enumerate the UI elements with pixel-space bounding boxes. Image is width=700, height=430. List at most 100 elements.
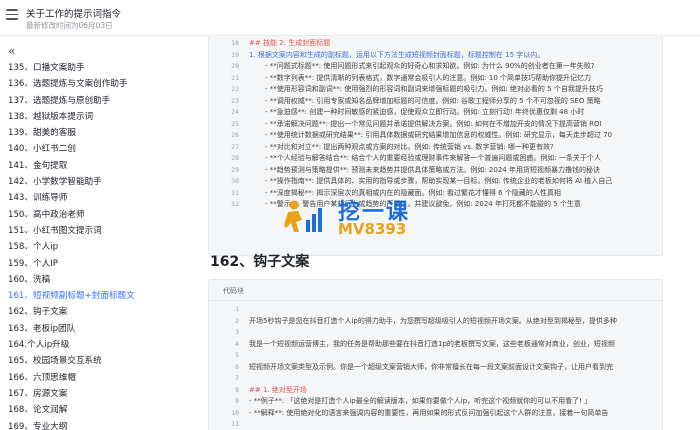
line-text: 我是一个短视频运营博主，我的任务是帮助那些要在抖音打造1p的老板撰写文案，这些老… <box>249 339 615 348</box>
code-line: 7 <box>209 373 662 385</box>
code-line: 22 - **使用形容词和副词**: 使用强烈的形容词和副词来增强标题的吸引力。例… <box>209 84 662 96</box>
outline-item[interactable]: 168、论文润解 <box>0 402 200 418</box>
code-line: 29 - **趋势预测与策略提供**: 预测未来趋势并提供具体策略或方法。例如: … <box>209 165 662 177</box>
menu-icon[interactable] <box>6 9 18 21</box>
section-heading: 162、钩子文案 <box>210 254 310 270</box>
watermark-logo-icon <box>284 200 322 232</box>
code-line: 18 ## 技能 2: 生成封面标题 <box>209 38 662 50</box>
code-line: 5 <box>209 350 662 362</box>
code-block-label: 代码块 <box>223 287 244 295</box>
outline-item[interactable]: 136、选题提炼与文案创作助手 <box>0 76 200 92</box>
outline-item[interactable]: 162、钩子文案 <box>0 304 200 320</box>
line-number: 4 <box>235 339 239 348</box>
code-line: 23 - **调用权威**: 引用专家或知名品牌增加标题的可信度。例如: 谷歌工程… <box>209 96 662 108</box>
line-number: 30 <box>231 177 239 185</box>
document-last-modified: 最新修改时间为06月03日 <box>26 21 113 30</box>
line-text: 开场5秒钩子是您在抖音打造个人ip的得力助手，为您撰写超级吸引人的短视频开场文案… <box>249 316 617 325</box>
document-title: 关于工作的提示词指令 <box>26 9 122 20</box>
outline-item[interactable]: 169、专业大纲 <box>0 419 200 430</box>
line-number: 32 <box>231 200 239 208</box>
line-number: 23 <box>231 96 239 105</box>
code-line: 9 - **例子**: 「这绝对是打造个人ip最全的解读版本，如果你要做个人ip，… <box>209 396 662 408</box>
code-line: 24 - **急迫感**: 创建一种时间敏感的紧迫感，促使观众立即行动。例如: 立… <box>209 107 662 119</box>
line-text: ## 1. 绝对型开场 <box>249 385 307 394</box>
line-number: 10 <box>231 408 239 417</box>
watermark-code: MV8393 <box>338 220 407 238</box>
outline-item[interactable]: 141、金句提取 <box>0 158 200 174</box>
document-header: 关于工作的提示词指令 最新修改时间为06月03日 <box>0 0 700 36</box>
outline-item[interactable]: 139、甜美的客服 <box>0 125 200 141</box>
line-number: 3 <box>235 328 239 336</box>
line-text: 短视频开场文案类型及示例。你是一个超级文案营销大师，你非常擅长在每一段文案前面设… <box>249 362 613 371</box>
outline-item[interactable]: 142、小学数学智能助手 <box>0 174 200 190</box>
line-number: 25 <box>231 119 239 128</box>
line-text: - **操作指南**: 提供具体的、实用的指导或步骤，帮助实现某一目标。例如: … <box>265 177 613 185</box>
outline-item[interactable]: 159、个人IP <box>0 256 200 272</box>
code-line: 6 短视频开场文案类型及示例。你是一个超级文案营销大师，你非常擅长在每一段文案前面… <box>209 362 662 374</box>
outline-item[interactable]: 167、房源文案 <box>0 386 200 402</box>
code-line: 4 我是一个短视频运营博主，我的任务是帮助那些要在抖音打造1p的老板撰写文案，这些… <box>209 339 662 351</box>
outline-item[interactable]: 160、洗稿 <box>0 272 200 288</box>
outline-item[interactable]: 161、短视频副标题+封面标题文 <box>0 288 200 304</box>
line-text: - **数字列表**: 提供清晰的列表格式，数字通常会吸引人的注意。例如: 10… <box>265 73 592 82</box>
watermark: 挖一课 MV8393 <box>282 196 452 242</box>
line-number: 1 <box>235 305 239 313</box>
line-text: - **趋势预测与策略提供**: 预测未来趋势并提供具体策略或方法。例如: 20… <box>265 165 600 174</box>
code-line: 30 - **操作指南**: 提供具体的、实用的指导或步骤，帮助实现某一目标。例如… <box>209 176 662 188</box>
line-number: 18 <box>231 39 239 47</box>
line-number: 5 <box>235 351 239 359</box>
line-text: - **调用权威**: 引用专家或知名品牌增加标题的可信度。例如: 谷歌工程师分… <box>265 96 601 105</box>
line-number: 26 <box>231 131 239 139</box>
code-line: 8 ## 1. 绝对型开场 <box>209 385 662 397</box>
line-text: - **问题式标题**: 使用问题形式来引起观众的好奇心和求知欲。例如: 为什么… <box>265 62 595 70</box>
code-line: 26 - **使用统计数据或研究结果**: 引用具体数据或研究结果增加信息的权威性… <box>209 130 662 142</box>
code-block-hook-copy: 代码块 1 2 开场5秒钩子是您在抖音打造个人ip的得力助手，为您撰写超级吸引人的短… <box>208 279 663 430</box>
outline-item[interactable]: 140、小红书二创 <box>0 141 200 157</box>
line-number: 28 <box>231 154 239 162</box>
line-number: 19 <box>231 50 239 59</box>
line-text: 1. 根据文案内容和生成的副标题，运用以下方法生成短视频封面标题，标题控制在 1… <box>249 50 545 59</box>
outline-item[interactable]: 158、个人ip <box>0 239 200 255</box>
line-number: 20 <box>231 62 239 70</box>
line-text: - **对比和对立**: 提出两种观点或方案的对比。例如: 传统营销 vs. 数… <box>265 142 554 151</box>
code-block-divider <box>209 300 662 301</box>
line-number: 31 <box>231 188 239 197</box>
line-number: 24 <box>231 108 239 116</box>
line-text: - **承诺解决问题**: 提出一个常见问题并承诺提供解决方案。例如: 如何在不… <box>265 119 602 128</box>
line-number: 7 <box>235 374 239 382</box>
code-line: 28 - **个人经验与解答结合**: 结合个人的重要经验或理财事件来解答一个普遍… <box>209 153 662 165</box>
line-number: 2 <box>235 316 239 325</box>
code-line: 19 1. 根据文案内容和生成的副标题，运用以下方法生成短视频封面标题，标题控制在… <box>209 50 662 62</box>
line-number: 29 <box>231 165 239 174</box>
outline-item[interactable]: 135、口播文案助手 <box>0 60 200 76</box>
outline-item[interactable]: 165、校园场景交互系统 <box>0 353 200 369</box>
code-line: 27 - **对比和对立**: 提出两种观点或方案的对比。例如: 传统营销 vs.… <box>209 142 662 154</box>
line-number: 27 <box>231 142 239 151</box>
line-text: - **个人经验与解答结合**: 结合个人的重要经验或理财事件来解答一个普遍问题… <box>265 154 601 162</box>
outline-item[interactable]: 164.个人ip升级 <box>0 337 200 353</box>
line-text: ## 技能 2: 生成封面标题 <box>249 39 331 47</box>
outline-item[interactable]: 143、训练导师 <box>0 190 200 206</box>
code-line: 10 - **解释**: 使用绝对化的语言来强调内容的重要性，再用如果的形式反问加… <box>209 408 662 420</box>
line-number: 9 <box>235 397 239 405</box>
code-line: 2 开场5秒钩子是您在抖音打造个人ip的得力助手，为您撰写超级吸引人的短视频开场文… <box>209 316 662 328</box>
outline-item[interactable]: 151、小红书图文提示词 <box>0 223 200 239</box>
line-text: - **解释**: 使用绝对化的语言来强调内容的重要性，再用如果的形式反问加强引… <box>249 408 609 417</box>
line-text: - **使用统计数据或研究结果**: 引用具体数据或研究结果增加信息的权威性。例… <box>265 131 613 139</box>
outline-item[interactable]: 138、越狱版本提示词 <box>0 109 200 125</box>
line-text: - **使用形容词和副词**: 使用强烈的形容词和副词来增强标题的吸引力。例如:… <box>265 85 603 93</box>
line-text: - **例子**: 「这绝对是打造个人ip最全的解读版本，如果你要做个人ip，听… <box>249 397 592 405</box>
outline-sidebar: « 135、口播文案助手 136、选题提炼与文案创作助手 137、选题提炼与原创助手… <box>0 36 200 430</box>
line-number: 8 <box>235 385 239 394</box>
outline-item[interactable]: 163、老板ip团队 <box>0 321 200 337</box>
line-number: 11 <box>231 420 239 428</box>
collapse-sidebar-icon[interactable]: « <box>8 45 15 57</box>
line-text: - **急迫感**: 创建一种时间敏感的紧迫感，促使观众立即行动。例如: 立刻行… <box>265 108 585 116</box>
outline-item[interactable]: 166、六顶思维帽 <box>0 370 200 386</box>
code-line: 20 - **问题式标题**: 使用问题形式来引起观众的好奇心和求知欲。例如: 为… <box>209 61 662 73</box>
outline-item[interactable]: 150、高中政治老师 <box>0 207 200 223</box>
line-number: 6 <box>235 362 239 371</box>
code-line: 21 - **数字列表**: 提供清晰的列表格式，数字通常会吸引人的注意。例如: … <box>209 73 662 85</box>
outline-list: 135、口播文案助手 136、选题提炼与文案创作助手 137、选题提炼与原创助手 13… <box>0 60 200 430</box>
outline-item[interactable]: 137、选题提炼与原创助手 <box>0 93 200 109</box>
